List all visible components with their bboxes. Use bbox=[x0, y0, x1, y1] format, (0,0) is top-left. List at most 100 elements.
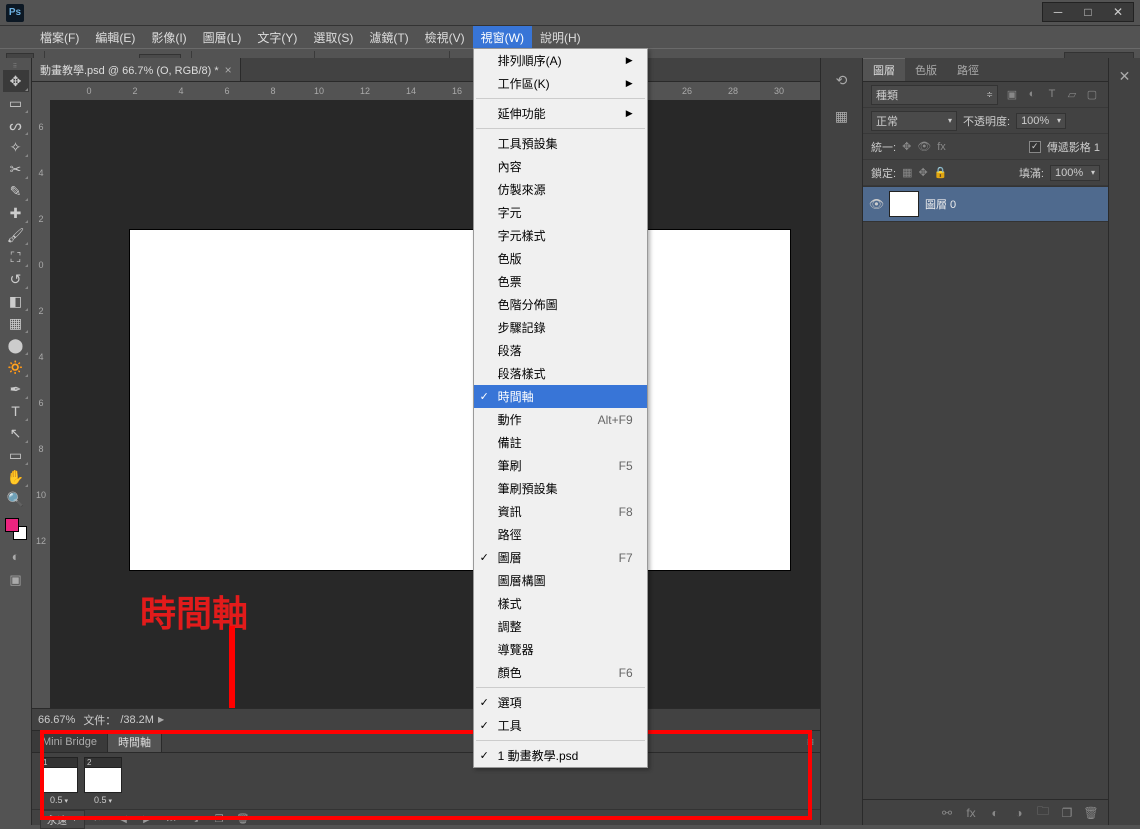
mask-icon[interactable]: ◐ bbox=[986, 806, 1004, 820]
next-frame-icon[interactable]: ⏭ bbox=[161, 811, 181, 829]
menu-item-樣式[interactable]: 樣式 bbox=[474, 592, 647, 615]
healing-tool[interactable]: ✚ bbox=[3, 202, 29, 224]
lasso-tool[interactable]: ᔕ bbox=[3, 114, 29, 136]
layer-row[interactable]: 👁 圖層 0 bbox=[863, 186, 1108, 222]
frame-thumbnail[interactable] bbox=[40, 767, 78, 793]
swatches-panel-icon[interactable]: ▦ bbox=[827, 102, 857, 130]
document-tab[interactable]: 動畫教學.psd @ 66.7% (O, RGB/8) * × bbox=[32, 58, 241, 81]
opacity-input[interactable]: 100%▾ bbox=[1016, 113, 1066, 129]
new-layer-icon[interactable]: ❐ bbox=[1058, 806, 1076, 820]
delete-frame-icon[interactable]: 🗑 bbox=[233, 811, 253, 829]
adjustment-icon[interactable]: ◑ bbox=[1010, 806, 1028, 820]
type-tool[interactable]: T bbox=[3, 400, 29, 422]
panel-tab-路徑[interactable]: 路徑 bbox=[947, 58, 989, 81]
zoom-level[interactable]: 66.67% bbox=[38, 714, 75, 726]
menu-item-排列順序(A)[interactable]: 排列順序(A)▶ bbox=[474, 49, 647, 72]
history-panel-icon[interactable]: ⟲ bbox=[827, 66, 857, 94]
history-brush-tool[interactable]: ↺ bbox=[3, 268, 29, 290]
magic-wand-tool[interactable]: ✧ bbox=[3, 136, 29, 158]
blend-mode-select[interactable]: 正常▾ bbox=[871, 111, 957, 131]
stamp-tool[interactable]: ⛶ bbox=[3, 246, 29, 268]
lock-pixels-icon[interactable]: ▦ bbox=[902, 166, 912, 179]
menu-item-路徑[interactable]: 路徑 bbox=[474, 523, 647, 546]
play-icon[interactable]: ▶ bbox=[137, 811, 157, 829]
brush-tool[interactable]: 🖌 bbox=[3, 224, 29, 246]
screenmode-icon[interactable]: ▣ bbox=[4, 570, 28, 590]
menu-item-1 動畫教學.psd[interactable]: ✓1 動畫教學.psd bbox=[474, 744, 647, 767]
menu-文字(Y)[interactable]: 文字(Y) bbox=[249, 26, 305, 48]
timeline-frame[interactable]: 20.5 bbox=[84, 757, 122, 805]
delete-layer-icon[interactable]: 🗑 bbox=[1082, 806, 1100, 820]
group-icon[interactable]: 🗀 bbox=[1034, 802, 1052, 823]
shape-tool[interactable]: ▭ bbox=[3, 444, 29, 466]
path-tool[interactable]: ↖ bbox=[3, 422, 29, 444]
menu-item-工具[interactable]: ✓工具 bbox=[474, 714, 647, 737]
menu-item-圖層[interactable]: ✓圖層F7 bbox=[474, 546, 647, 569]
duplicate-frame-icon[interactable]: ❐ bbox=[209, 811, 229, 829]
fill-input[interactable]: 100%▾ bbox=[1050, 165, 1100, 181]
properties-icon[interactable]: ✕ bbox=[1113, 64, 1137, 88]
tab-timeline[interactable]: 時間軸 bbox=[108, 731, 162, 752]
color-swatches[interactable] bbox=[3, 516, 29, 542]
menu-item-筆刷預設集[interactable]: 筆刷預設集 bbox=[474, 477, 647, 500]
lock-position-icon[interactable]: ✥ bbox=[918, 166, 927, 179]
tab-mini-bridge[interactable]: Mini Bridge bbox=[32, 731, 108, 752]
canvas-viewport[interactable]: 時間軸 bbox=[50, 100, 820, 708]
unify-style-icon[interactable]: fx bbox=[937, 141, 946, 153]
layer-thumbnail[interactable] bbox=[889, 191, 919, 217]
link-icon[interactable]: ⚯ bbox=[938, 806, 956, 820]
close-button[interactable]: ✕ bbox=[1103, 3, 1133, 21]
menu-濾鏡(T)[interactable]: 濾鏡(T) bbox=[361, 26, 416, 48]
first-frame-icon[interactable]: ⏮ bbox=[89, 811, 109, 829]
visibility-icon[interactable]: 👁 bbox=[869, 197, 883, 211]
unify-visibility-icon[interactable]: 👁 bbox=[917, 140, 931, 153]
propagate-checkbox[interactable]: ✓ bbox=[1029, 141, 1041, 153]
filter-shape-icon[interactable]: ▱ bbox=[1064, 88, 1080, 101]
lock-all-icon[interactable]: 🔒 bbox=[934, 166, 948, 179]
menu-item-內容[interactable]: 內容 bbox=[474, 155, 647, 178]
menu-item-仿製來源[interactable]: 仿製來源 bbox=[474, 178, 647, 201]
layer-name[interactable]: 圖層 0 bbox=[925, 196, 956, 212]
panel-grip[interactable]: ⠿ bbox=[2, 62, 30, 70]
fx-icon[interactable]: fx bbox=[962, 806, 980, 820]
menu-item-段落[interactable]: 段落 bbox=[474, 339, 647, 362]
filter-adjust-icon[interactable]: ◐ bbox=[1024, 88, 1040, 101]
doc-info[interactable]: 文件：/38.2M▶ bbox=[83, 712, 164, 728]
menu-item-顏色[interactable]: 顏色F6 bbox=[474, 661, 647, 684]
filter-smart-icon[interactable]: ▢ bbox=[1084, 88, 1100, 101]
panel-menu-icon[interactable]: ≡ bbox=[801, 731, 820, 752]
menu-item-字元[interactable]: 字元 bbox=[474, 201, 647, 224]
quickmask-icon[interactable]: ◐ bbox=[4, 546, 28, 566]
menu-圖層(L)[interactable]: 圖層(L) bbox=[195, 26, 250, 48]
pen-tool[interactable]: ✒ bbox=[3, 378, 29, 400]
panel-tab-圖層[interactable]: 圖層 bbox=[863, 58, 905, 81]
frame-delay[interactable]: 0.5 bbox=[94, 795, 112, 805]
prev-frame-icon[interactable]: ◀ bbox=[113, 811, 133, 829]
crop-tool[interactable]: ✂ bbox=[3, 158, 29, 180]
menu-說明(H)[interactable]: 說明(H) bbox=[532, 26, 589, 48]
eraser-tool[interactable]: ◧ bbox=[3, 290, 29, 312]
marquee-tool[interactable]: ▭ bbox=[3, 92, 29, 114]
loop-select[interactable]: 永遠▼ bbox=[40, 810, 85, 829]
menu-item-延伸功能[interactable]: 延伸功能▶ bbox=[474, 102, 647, 125]
menu-編輯(E)[interactable]: 編輯(E) bbox=[87, 26, 143, 48]
maximize-button[interactable]: □ bbox=[1073, 3, 1103, 21]
menu-item-字元樣式[interactable]: 字元樣式 bbox=[474, 224, 647, 247]
menu-item-導覽器[interactable]: 導覽器 bbox=[474, 638, 647, 661]
menu-item-步驟記錄[interactable]: 步驟記錄 bbox=[474, 316, 647, 339]
filter-pixel-icon[interactable]: ▣ bbox=[1004, 88, 1020, 101]
frame-delay[interactable]: 0.5 bbox=[50, 795, 68, 805]
panel-tab-色版[interactable]: 色版 bbox=[905, 58, 947, 81]
menu-item-筆刷[interactable]: 筆刷F5 bbox=[474, 454, 647, 477]
menu-item-備註[interactable]: 備註 bbox=[474, 431, 647, 454]
hand-tool[interactable]: ✋ bbox=[3, 466, 29, 488]
menu-item-圖層構圖[interactable]: 圖層構圖 bbox=[474, 569, 647, 592]
menu-檔案(F)[interactable]: 檔案(F) bbox=[32, 26, 87, 48]
dodge-tool[interactable]: 🔅 bbox=[3, 356, 29, 378]
zoom-tool[interactable]: 🔍 bbox=[3, 488, 29, 510]
menu-item-時間軸[interactable]: ✓時間軸 bbox=[474, 385, 647, 408]
menu-item-色票[interactable]: 色票 bbox=[474, 270, 647, 293]
menu-選取(S)[interactable]: 選取(S) bbox=[305, 26, 361, 48]
menu-item-工具預設集[interactable]: 工具預設集 bbox=[474, 132, 647, 155]
unify-position-icon[interactable]: ✥ bbox=[902, 140, 911, 153]
